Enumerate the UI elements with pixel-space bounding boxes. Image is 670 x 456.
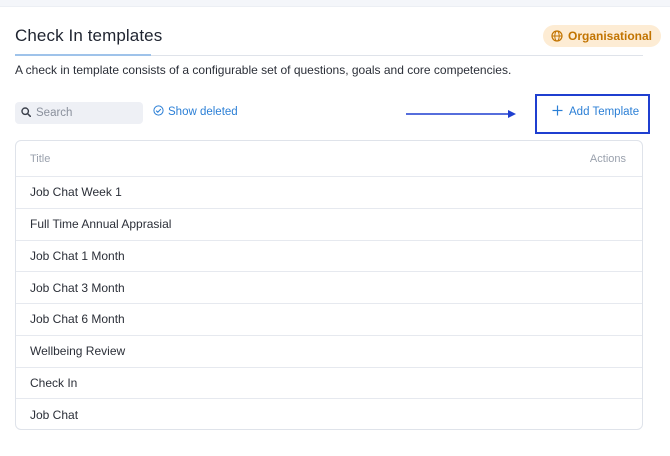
add-template-button[interactable]: Add Template — [552, 105, 639, 119]
row-title: Check In — [30, 375, 78, 390]
table-row[interactable]: Wellbeing Review — [16, 336, 642, 368]
search-input[interactable] — [36, 107, 136, 119]
title-underline-accent — [15, 54, 151, 56]
row-title: Job Chat 1 Month — [30, 248, 125, 263]
row-title: Job Chat — [30, 408, 79, 423]
column-title: Title — [30, 152, 51, 165]
row-title: Job Chat Week 1 — [30, 185, 122, 200]
table-row[interactable]: Job Chat 1 Month — [16, 241, 642, 273]
top-strip — [0, 0, 670, 7]
show-deleted-label: Show deleted — [168, 106, 238, 118]
templates-table: Title Actions Job Chat Week 1 Full Time … — [15, 140, 643, 430]
plus-icon — [552, 105, 563, 119]
add-template-label: Add Template — [569, 106, 640, 118]
table-row[interactable]: Job Chat — [16, 399, 642, 429]
badge-label: Organisational — [568, 29, 653, 43]
table-row[interactable]: Check In — [16, 368, 642, 400]
page-title: Check In templates — [15, 26, 163, 45]
column-actions: Actions — [589, 152, 626, 165]
search-icon — [21, 104, 32, 122]
row-title: Job Chat 3 Month — [30, 280, 125, 295]
table-row[interactable]: Job Chat 6 Month — [16, 304, 642, 336]
page-description: A check in template consists of a config… — [15, 63, 512, 77]
search-box[interactable] — [15, 102, 143, 124]
row-title: Full Time Annual Apprasial — [30, 217, 172, 232]
annotation-arrow — [406, 110, 516, 118]
table-header: Title Actions — [16, 141, 642, 177]
row-title: Job Chat 6 Month — [30, 312, 125, 327]
table-row[interactable]: Full Time Annual Apprasial — [16, 209, 642, 241]
show-deleted-toggle[interactable]: Show deleted — [153, 105, 238, 119]
check-circle-icon — [153, 105, 164, 119]
table-row[interactable]: Job Chat 3 Month — [16, 272, 642, 304]
table-row[interactable]: Job Chat Week 1 — [16, 177, 642, 209]
organisational-badge: Organisational — [543, 25, 662, 47]
row-title: Wellbeing Review — [30, 344, 126, 359]
globe-icon — [551, 30, 563, 42]
